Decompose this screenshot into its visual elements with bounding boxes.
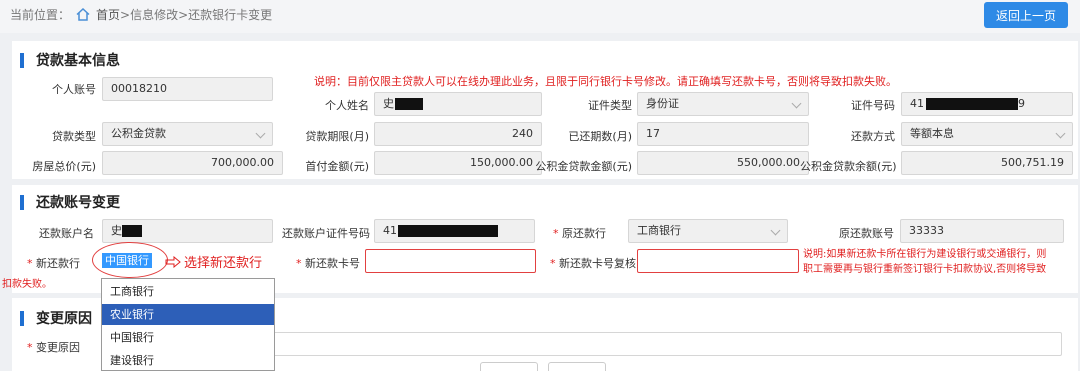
account-change-title-text: 还款账号变更: [36, 195, 120, 211]
acct-id-no-field: 41: [374, 219, 535, 243]
orig-acct-field: 33333: [900, 219, 1064, 243]
chevron-down-icon: [791, 98, 802, 109]
breadcrumb-prefix: 当前位置：: [10, 8, 71, 22]
orig-bank-select: 工商银行: [628, 219, 788, 243]
breadcrumb-path: >信息修改>还款银行卡变更: [120, 8, 273, 22]
top-bar: 当前位置： 首页 >信息修改>还款银行卡变更 返回上一页: [0, 0, 1080, 33]
bank-dropdown-list[interactable]: 工商银行 农业银行 中国银行 建设银行: [101, 278, 275, 371]
loan-type-label: 贷款类型: [52, 130, 96, 143]
orig-bank-label-text: 原还款行: [562, 227, 606, 240]
new-bank-select[interactable]: 中国银行: [102, 253, 152, 268]
chevron-down-icon: [770, 225, 781, 236]
acct-id-no-label: 还款账户证件号码: [282, 227, 370, 240]
required-mark: *: [296, 257, 302, 270]
notice-line-2: 职工需要再与银行重新签订银行卡扣款协议,否则将导致: [803, 264, 1047, 275]
house-price-field: 700,000.00: [102, 151, 283, 175]
new-card-label: * 新还款卡号: [296, 255, 360, 271]
notice-line-1: 说明:如果新还款卡所在银行为建设银行或交通银行，则: [803, 249, 1047, 260]
section-marker: [20, 52, 24, 68]
id-no-suffix: 9: [1018, 97, 1025, 110]
redacted-acct-name: [122, 225, 142, 237]
repay-method-value: 等额本息: [910, 127, 954, 140]
repay-method-label: 还款方式: [851, 130, 895, 143]
change-reason-title: 变更原因: [20, 308, 92, 328]
fund-loan-balance-label: 公积金贷款余额(元): [800, 160, 897, 173]
change-reason-title-text: 变更原因: [36, 311, 92, 327]
acct-name-field: 史: [102, 219, 273, 243]
down-payment-field: 150,000.00: [374, 151, 542, 175]
reset-button[interactable]: [548, 362, 606, 371]
section-marker: [20, 194, 24, 210]
arrow-right-icon: [165, 255, 181, 268]
redacted-name: [395, 98, 423, 110]
loan-info-notice: 说明：目前仅限主贷款人可以在线办理此业务，且限于同行银行卡号修改。请正确填写还款…: [314, 75, 897, 88]
repay-method-select: 等额本息: [901, 122, 1073, 146]
orig-acct-label: 原还款账号: [839, 227, 894, 240]
acct-name-value: 史: [111, 224, 122, 237]
loan-term-field: 240: [374, 122, 542, 146]
new-card-confirm-label: * 新还款卡号复核: [550, 255, 636, 271]
new-card-input[interactable]: [365, 249, 536, 273]
redacted-acct-id: [398, 225, 498, 237]
back-button[interactable]: 返回上一页: [984, 2, 1068, 28]
bank-change-notice: 说明:如果新还款卡所在银行为建设银行或交通银行，则 职工需要再与银行重新签订银行…: [803, 247, 1079, 277]
breadcrumb: 当前位置： 首页 >信息修改>还款银行卡变更: [10, 6, 272, 23]
repaid-periods-field: 17: [637, 122, 809, 146]
repaid-periods-label: 已还期数(月): [568, 130, 632, 143]
breadcrumb-home-link[interactable]: 首页: [96, 6, 120, 23]
house-price-label: 房屋总价(元): [32, 160, 96, 173]
required-mark: *: [27, 257, 33, 270]
dropdown-option[interactable]: 建设银行: [102, 350, 274, 371]
down-payment-label: 首付金额(元): [305, 160, 369, 173]
fund-loan-amount-field: 550,000.00: [637, 151, 809, 175]
submit-button[interactable]: [480, 362, 538, 371]
annotation-text: 选择新还款行: [184, 256, 263, 271]
account-no-field: 00018210: [102, 77, 273, 101]
id-no-prefix: 41: [910, 97, 924, 110]
loan-type-value: 公积金贷款: [111, 127, 166, 140]
chevron-down-icon: [1055, 128, 1066, 139]
id-type-label: 证件类型: [588, 99, 632, 112]
orig-bank-value: 工商银行: [637, 224, 681, 237]
dropdown-option[interactable]: 工商银行: [102, 281, 274, 302]
redacted-id: [926, 98, 1018, 110]
name-label: 个人姓名: [325, 99, 369, 112]
fund-loan-balance-field: 500,751.19: [901, 151, 1073, 175]
name-value: 史: [383, 97, 394, 110]
id-no-field: 41 9: [901, 92, 1073, 116]
new-bank-label-text: 新还款行: [36, 257, 80, 270]
fund-loan-amount-label: 公积金贷款金额(元): [535, 160, 632, 173]
id-no-label: 证件号码: [851, 99, 895, 112]
chevron-down-icon: [255, 128, 266, 139]
acct-name-label: 还款账户名: [39, 227, 94, 240]
name-field: 史: [374, 92, 542, 116]
loan-type-select: 公积金贷款: [102, 122, 273, 146]
id-type-value: 身份证: [646, 97, 679, 110]
required-mark: *: [553, 227, 559, 240]
new-card-label-text: 新还款卡号: [305, 257, 360, 270]
change-reason-label: * 变更原因: [24, 339, 80, 355]
new-bank-label: * 新还款行: [24, 255, 80, 271]
new-card-confirm-label-text: 新还款卡号复核: [559, 257, 636, 270]
dropdown-option[interactable]: 中国银行: [102, 327, 274, 348]
select-new-bank-annotation: 选择新还款行: [165, 252, 262, 271]
required-mark: *: [550, 257, 556, 270]
account-no-label: 个人账号: [52, 83, 96, 96]
account-change-title: 还款账号变更: [20, 192, 120, 212]
loan-term-label: 贷款期限(月): [305, 130, 369, 143]
notice-line-3: 扣款失败。: [2, 279, 52, 290]
loan-info-title: 贷款基本信息: [20, 50, 120, 70]
loan-info-section: 贷款基本信息 说明：目前仅限主贷款人可以在线办理此业务，且限于同行银行卡号修改。…: [12, 41, 1078, 179]
orig-bank-label: * 原还款行: [548, 225, 606, 241]
dropdown-option-highlighted[interactable]: 农业银行: [102, 304, 274, 325]
home-icon[interactable]: [76, 7, 90, 21]
acct-id-no-value: 41: [383, 224, 397, 237]
loan-info-title-text: 贷款基本信息: [36, 53, 120, 69]
required-mark: *: [27, 341, 33, 354]
new-card-confirm-input[interactable]: [637, 249, 799, 273]
section-marker: [20, 310, 24, 326]
change-reason-label-text: 变更原因: [36, 341, 80, 354]
id-type-select: 身份证: [637, 92, 809, 116]
